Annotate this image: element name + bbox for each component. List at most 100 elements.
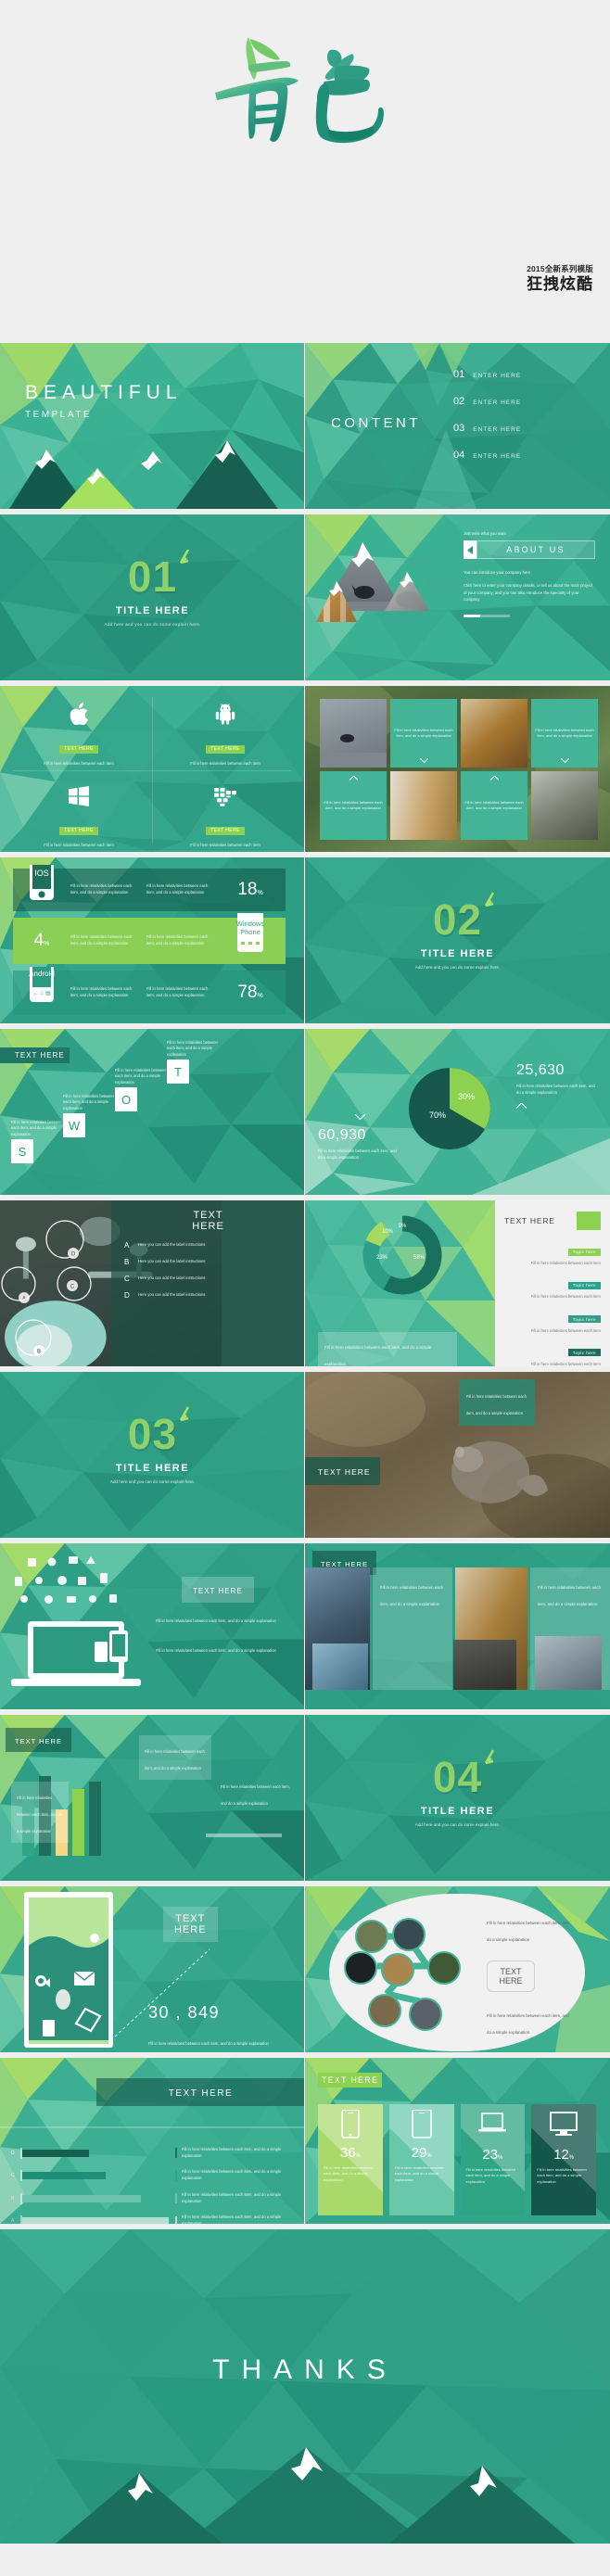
row-desc: Fill in here relativities between each i…: [182, 2169, 282, 2181]
text-tile[interactable]: Fill in here relativities between each i…: [390, 699, 457, 768]
text-tile[interactable]: Fill in here relativities between each i…: [320, 771, 387, 840]
slide-donut-chart[interactable]: 58% 23% 10% 9% Fill in here relativities…: [305, 1200, 610, 1369]
swot-item[interactable]: Fill in here relativities between each i…: [63, 1094, 121, 1138]
slide-section-04[interactable]: 04 TITLE HERE Add here and you can do so…: [305, 1715, 610, 1884]
slide-section-01[interactable]: 01 TITLE HERE Add here and you can do so…: [0, 514, 305, 683]
section-subtitle: Add here and you can do some explain her…: [109, 1479, 196, 1484]
header-subtitle-big: 狂拽炫酷: [527, 275, 593, 294]
slide-pie-chart[interactable]: 30% 70% 60,930 Fill in here relativities…: [305, 1029, 610, 1198]
apple-icon: [70, 703, 88, 726]
slide-platforms[interactable]: TEXT HERE Fill in here relativities betw…: [0, 686, 305, 855]
photo-tile[interactable]: [390, 771, 457, 840]
slide-thanks[interactable]: THANKS: [0, 2229, 610, 2546]
slide-device-percent[interactable]: TEXT HERE 36% Fill in here relativities …: [305, 2058, 610, 2227]
platform-cell[interactable]: TEXT HERE Fill in here relativities betw…: [165, 703, 286, 767]
photo-grid: Fill in here relativities between each i…: [320, 699, 598, 840]
photo-tile[interactable]: [531, 771, 598, 840]
pie-value-right: 25,630: [516, 1062, 565, 1078]
row-tick: [175, 2193, 177, 2204]
bar-fill: [21, 2194, 141, 2202]
slide-swot[interactable]: TEXT HERE Fill in here relativities betw…: [0, 1029, 305, 1198]
photo-inset[interactable]: [312, 1643, 368, 1690]
swot-item[interactable]: Fill in here relativities between each i…: [11, 1120, 69, 1164]
photo-tile[interactable]: [320, 699, 387, 768]
topic-row[interactable]: Topic here Fill in here relativities bet…: [504, 1275, 601, 1300]
topic-desc: Fill in here relativities between each i…: [530, 1327, 601, 1333]
item-text: Here you can add the label instructions: [138, 1259, 206, 1264]
desc-text: Fill in here relativities between each i…: [487, 2013, 569, 2035]
text-tile[interactable]: Fill in here relativities between each i…: [461, 771, 527, 840]
slide-devices[interactable]: TEXT HERE Fill in here relativities betw…: [0, 1543, 305, 1712]
slide-molecule[interactable]: Fill in here relativities between each i…: [305, 1886, 610, 2055]
row-tick: [175, 2148, 177, 2159]
slide-section-02[interactable]: 02 TITLE HERE Add here and you can do so…: [305, 857, 610, 1026]
os-row[interactable]: Android ← ⌂ ▤ Fill in here relativities …: [13, 958, 286, 1015]
progress-indicator[interactable]: [464, 614, 595, 617]
squirrel-photo: [305, 1372, 610, 1538]
slide-section-03[interactable]: 03 TITLE HERE Add here and you can do so…: [0, 1372, 305, 1541]
text-tile[interactable]: Fill in here relativities between each i…: [373, 1567, 452, 1690]
device-card[interactable]: 23% Fill in here relativities between ea…: [460, 2104, 526, 2215]
os-row[interactable]: 4% Fill in here relativities between eac…: [13, 907, 286, 964]
item-number: 03: [453, 423, 465, 434]
page-header: 2015全新系列模版 狂拽炫酷: [0, 0, 610, 343]
platform-cell[interactable]: TEXT HERE Fill in here relativities betw…: [165, 786, 286, 848]
slide-row: TEXT HERE Fill in here relativities betw…: [0, 686, 610, 857]
molecule-badge[interactable]: TEXT HERE: [487, 1961, 535, 1992]
hbar-row[interactable]: D Fill in here relativities between each…: [11, 2147, 299, 2159]
os-row[interactable]: IOS Fill in here relativities between ea…: [13, 857, 286, 911]
prev-arrow-icon[interactable]: [464, 540, 477, 559]
item-number: 04: [453, 450, 465, 461]
text-tile[interactable]: Fill in here relativities between each i…: [531, 699, 598, 768]
slide-content[interactable]: CONTENT 01 ENTER HERE 02 ENTER HERE 03 E…: [305, 343, 610, 512]
slide-scooter[interactable]: D A C B TEXT HERE A Here you can add the…: [0, 1200, 305, 1369]
slide-bar-books[interactable]: TEXT HERE Fill in here relativities betw…: [0, 1715, 305, 1884]
pie-chart: 30% 70%: [409, 1068, 490, 1149]
list-item[interactable]: C Here you can add the label instruction…: [124, 1275, 292, 1283]
platform-cell[interactable]: TEXT HERE Fill in here relativities betw…: [19, 786, 139, 848]
platform-cell[interactable]: TEXT HERE Fill in here relativities betw…: [19, 703, 139, 767]
slide-cover[interactable]: BEAUTIFUL TEMPLATE: [0, 343, 305, 512]
list-item[interactable]: 02 ENTER HERE: [453, 396, 592, 407]
molecule-desc-top: Fill in here relativities between each i…: [487, 1912, 572, 1946]
row-desc: Fill in here relativities between each i…: [182, 2214, 282, 2227]
slide-os-share[interactable]: IOS Fill in here relativities between ea…: [0, 857, 305, 1026]
slide-horizontal-bar[interactable]: TEXT HERE D Fill in here relativities be…: [0, 2058, 305, 2227]
list-item[interactable]: 03 ENTER HERE: [453, 423, 592, 434]
list-item[interactable]: A Here you can add the label instruction…: [124, 1241, 292, 1250]
photo-inset[interactable]: [535, 1636, 602, 1690]
header-text: TEXT HERE: [168, 2088, 234, 2099]
slide-mobile-count[interactable]: TEXT HERE 30 , 849 Fill in here relativi…: [0, 1886, 305, 2055]
list-item[interactable]: B Here you can add the label instruction…: [124, 1258, 292, 1266]
section-title: TITLE HERE: [115, 605, 190, 616]
device-card[interactable]: 29% Fill in here relativities between ea…: [388, 2104, 454, 2215]
topic-row[interactable]: Topic here Fill in here relativities bet…: [504, 1342, 601, 1366]
device-card[interactable]: 12% Fill in here relativities between ea…: [531, 2104, 596, 2215]
devices-desc-1: Fill in here relativities between each i…: [156, 1610, 291, 1627]
desc-text: Fill in here relativities between each i…: [17, 1796, 63, 1834]
device-card[interactable]: 36% Fill in here relativities between ea…: [318, 2104, 383, 2215]
svg-text:70%: 70%: [429, 1110, 446, 1120]
topic-chip: Topic here: [567, 1349, 601, 1357]
windows-icon: [69, 786, 89, 806]
item-letter: B: [124, 1258, 130, 1266]
list-item[interactable]: D Here you can add the label instruction…: [124, 1291, 292, 1300]
slide-photo-pair[interactable]: TEXT HERE Fill in here relativities betw…: [305, 1543, 610, 1712]
hbar-row[interactable]: B Fill in here relativities between each…: [11, 2192, 299, 2204]
section-title: TITLE HERE: [420, 948, 495, 959]
swot-item[interactable]: Fill in here relativities between each i…: [167, 1040, 224, 1085]
windows-phone-icon: Windows Phone: [215, 907, 286, 962]
list-item[interactable]: 01 ENTER HERE: [453, 369, 592, 380]
slide-photo-grid[interactable]: Fill in here relativities between each i…: [305, 686, 610, 855]
item-number: 01: [453, 369, 465, 380]
list-item[interactable]: 04 ENTER HERE: [453, 450, 592, 461]
hbar-row[interactable]: C Fill in here relativities between each…: [11, 2169, 299, 2182]
hbar-row[interactable]: A Fill in here relativities between each…: [11, 2214, 299, 2227]
topic-row[interactable]: Topic here Fill in here relativities bet…: [504, 1309, 601, 1334]
slide-squirrel[interactable]: Fill in here relativities between each i…: [305, 1372, 610, 1541]
photo-tile[interactable]: [461, 699, 527, 768]
photo-inset[interactable]: [453, 1640, 516, 1690]
topic-row[interactable]: Topic here Fill in here relativities bet…: [504, 1241, 601, 1266]
swot-item[interactable]: Fill in here relativities between each i…: [115, 1068, 172, 1112]
slide-about-us[interactable]: Just write what you want ABOUT US You ca…: [305, 514, 610, 683]
